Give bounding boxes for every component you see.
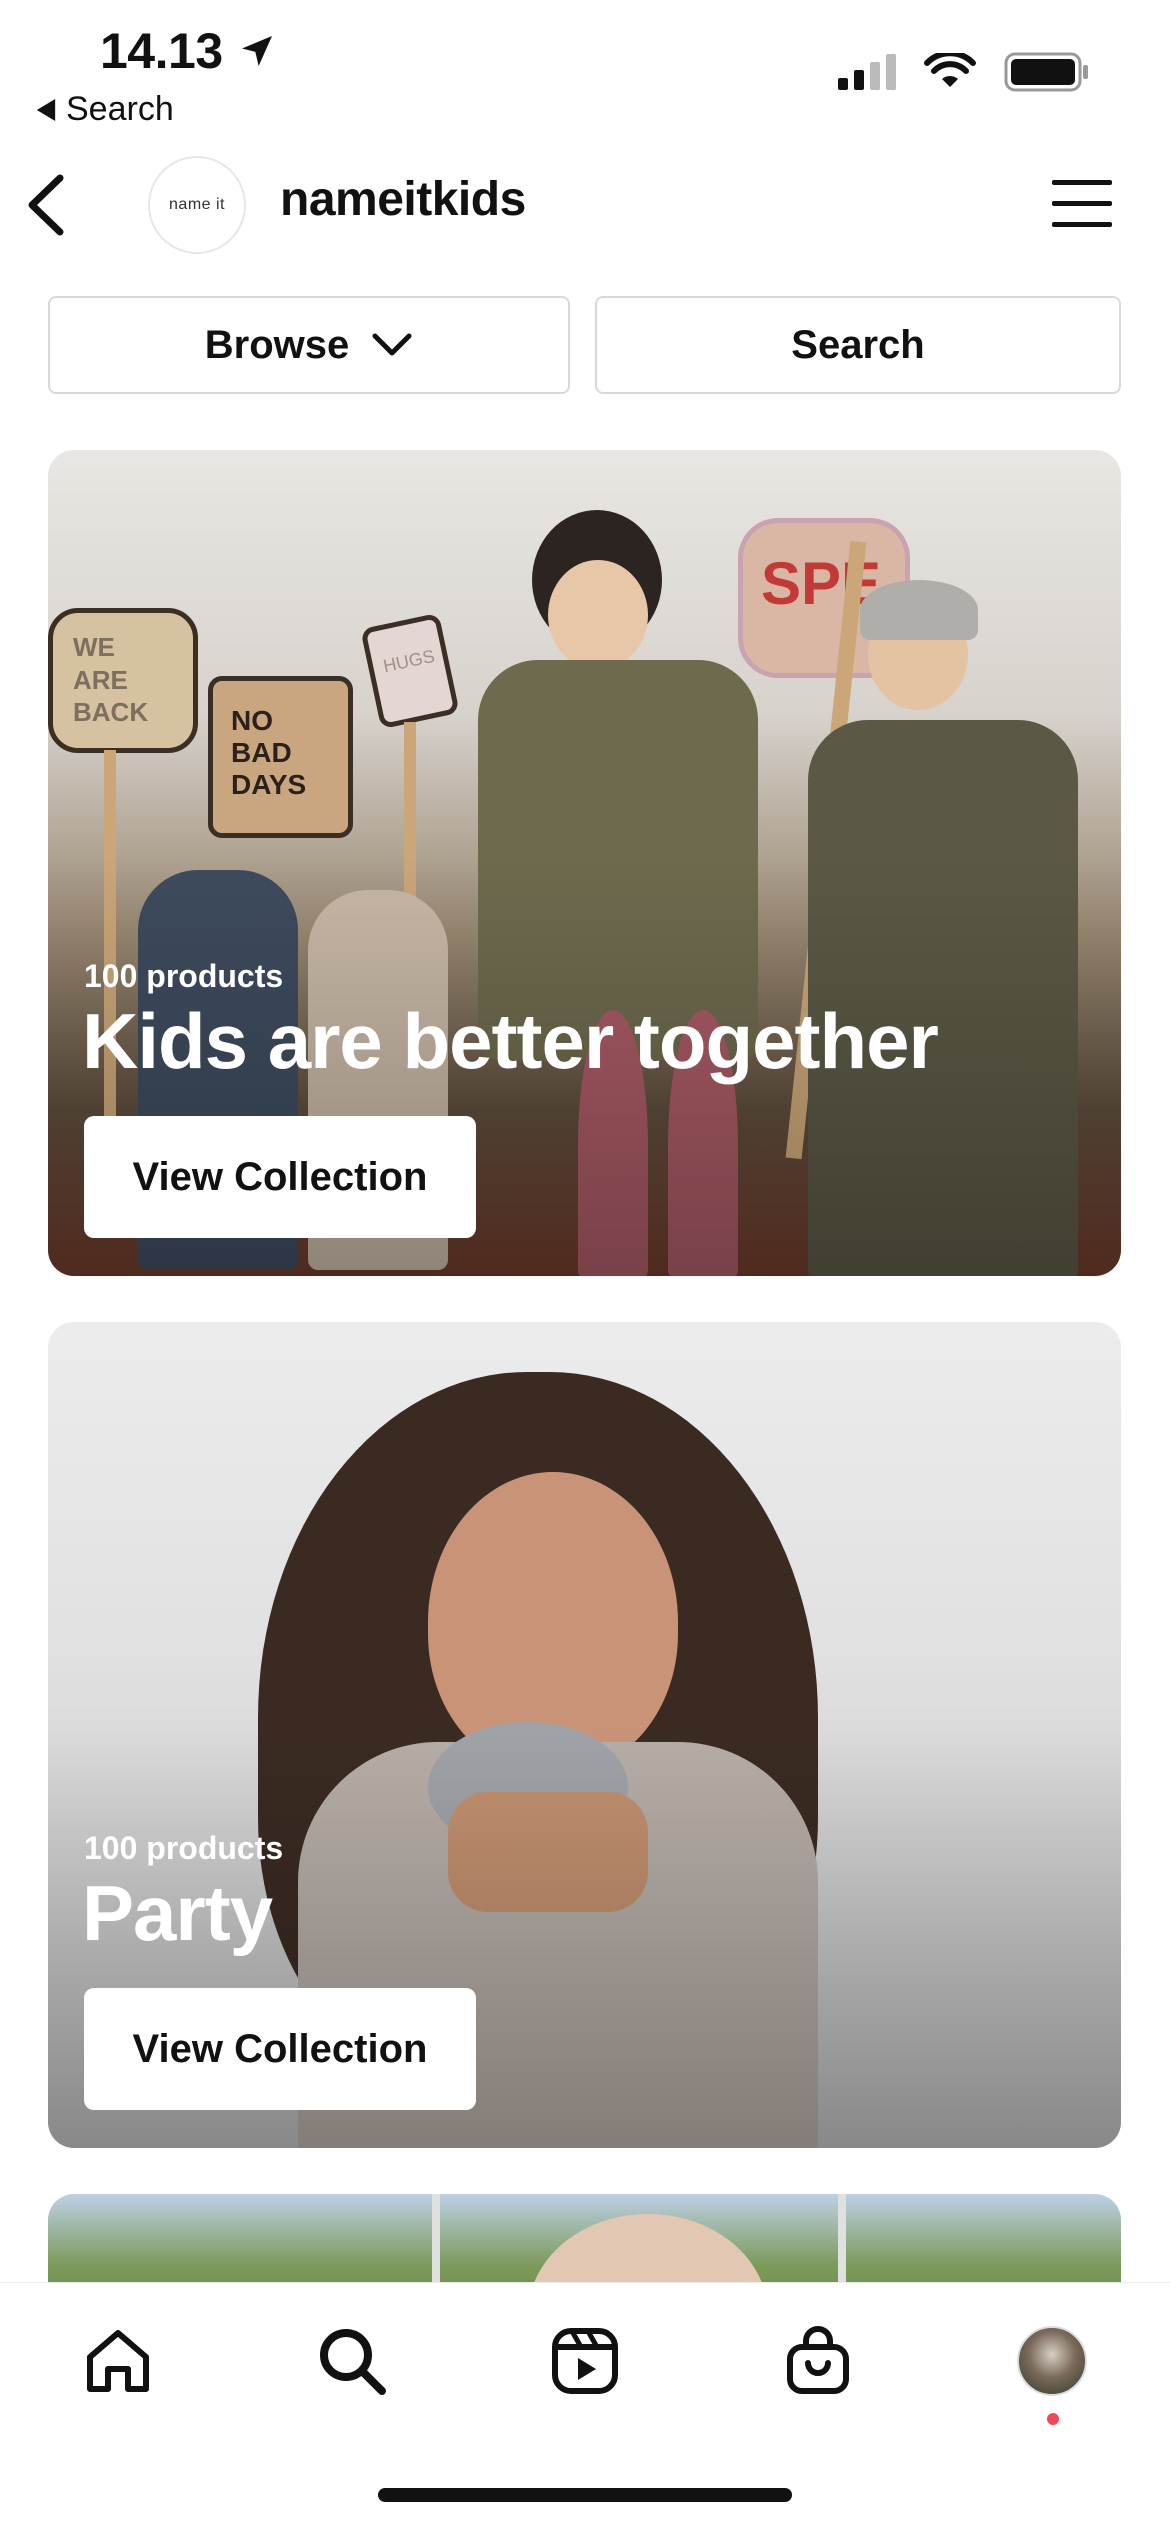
collection-title: Party [82, 1869, 273, 1957]
nav-search[interactable] [312, 2321, 392, 2401]
view-collection-button[interactable]: View Collection [84, 1988, 476, 2110]
collection-card[interactable]: WE ARE BACK NO BAD DAYS HUGS SPE 100 pro… [48, 450, 1121, 1276]
back-link-label: Search [66, 90, 174, 128]
collection-card[interactable]: 100 products Party View Collection [48, 1322, 1121, 2148]
profile-header: name it nameitkids [0, 150, 1170, 260]
view-collection-label: View Collection [132, 1154, 428, 1199]
protest-sign: WE ARE BACK [48, 608, 198, 753]
brand-logo-text: name it [169, 196, 225, 213]
nav-shop[interactable] [778, 2321, 858, 2401]
product-count: 100 products [84, 1830, 284, 1866]
status-time: 14.13 [100, 22, 277, 80]
hamburger-menu-icon[interactable] [1050, 178, 1114, 230]
back-chevron-icon[interactable] [20, 172, 80, 238]
clock-text: 14.13 [100, 23, 223, 79]
search-icon [320, 2329, 386, 2395]
browse-button[interactable]: Browse [48, 296, 570, 394]
product-count: 100 products [84, 958, 284, 994]
sign-text: WE ARE BACK [73, 632, 149, 727]
home-icon [87, 2330, 149, 2392]
status-icons [838, 52, 1090, 92]
account-name[interactable]: nameitkids [280, 172, 526, 227]
protest-sign: HUGS [360, 612, 460, 730]
collection-title: Kids are better together [82, 997, 939, 1085]
brand-avatar[interactable]: name it [148, 156, 246, 254]
view-collection-button[interactable]: View Collection [84, 1116, 476, 1238]
nav-profile[interactable] [1012, 2321, 1092, 2401]
profile-avatar [1017, 2326, 1087, 2396]
search-label: Search [791, 322, 925, 367]
child-figure [860, 580, 978, 640]
signal-icon [838, 54, 896, 90]
sign-text: NO BAD DAYS [231, 705, 307, 801]
nav-reels[interactable] [545, 2321, 625, 2401]
sign-text: HUGS [381, 645, 437, 677]
search-button[interactable]: Search [595, 296, 1121, 394]
reels-icon [552, 2328, 618, 2394]
back-to-search-link[interactable]: Search [36, 90, 174, 129]
chevron-down-icon [372, 333, 412, 356]
battery-icon [1004, 52, 1088, 92]
child-figure [548, 560, 648, 670]
view-collection-label: View Collection [132, 2026, 428, 2071]
browse-label: Browse [204, 322, 350, 367]
location-arrow-icon [241, 36, 272, 66]
home-indicator [378, 2488, 792, 2502]
wifi-icon [924, 53, 976, 87]
nav-home[interactable] [78, 2321, 158, 2401]
shop-icon [787, 2326, 849, 2394]
notification-dot [1047, 2413, 1059, 2425]
back-triangle-icon [36, 98, 56, 121]
protest-sign: NO BAD DAYS [208, 676, 353, 838]
